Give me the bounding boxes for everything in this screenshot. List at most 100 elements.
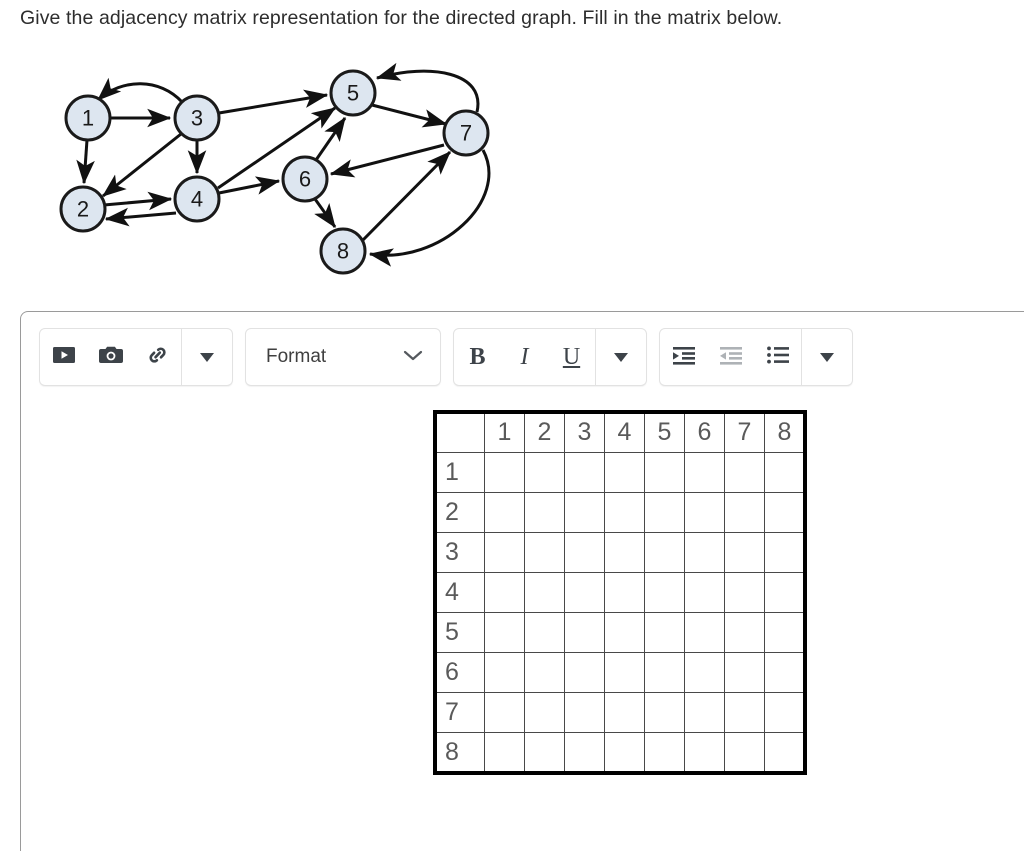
matrix-cell-1-8[interactable] (764, 452, 805, 493)
matrix-corner-cell[interactable] (435, 412, 485, 453)
matrix-cell-8-2[interactable] (524, 732, 565, 773)
matrix-cell-7-8[interactable] (764, 692, 805, 733)
matrix-cell-4-6[interactable] (684, 572, 725, 613)
matrix-cell-2-3[interactable] (564, 492, 605, 533)
matrix-cell-4-8[interactable] (764, 572, 805, 613)
col-header-7[interactable]: 7 (724, 412, 765, 453)
matrix-cell-6-3[interactable] (564, 652, 605, 693)
matrix-cell-7-6[interactable] (684, 692, 725, 733)
matrix-cell-5-1[interactable] (484, 612, 525, 653)
matrix-cell-3-3[interactable] (564, 532, 605, 573)
row-header-7[interactable]: 7 (435, 692, 485, 733)
more-insert-caret[interactable] (182, 329, 232, 385)
matrix-cell-7-3[interactable] (564, 692, 605, 733)
matrix-cell-6-6[interactable] (684, 652, 725, 693)
col-header-3[interactable]: 3 (564, 412, 605, 453)
matrix-cell-2-5[interactable] (644, 492, 685, 533)
row-header-4[interactable]: 4 (435, 572, 485, 613)
matrix-cell-5-2[interactable] (524, 612, 565, 653)
matrix-cell-6-2[interactable] (524, 652, 565, 693)
matrix-cell-4-4[interactable] (604, 572, 645, 613)
outdent-button[interactable] (707, 329, 754, 385)
matrix-cell-2-1[interactable] (484, 492, 525, 533)
matrix-cell-7-7[interactable] (724, 692, 765, 733)
matrix-cell-8-3[interactable] (564, 732, 605, 773)
col-header-6[interactable]: 6 (684, 412, 725, 453)
matrix-cell-1-4[interactable] (604, 452, 645, 493)
matrix-cell-8-8[interactable] (764, 732, 805, 773)
matrix-cell-5-6[interactable] (684, 612, 725, 653)
italic-button[interactable]: I (501, 329, 548, 385)
matrix-cell-5-3[interactable] (564, 612, 605, 653)
table-header-row: 1 2 3 4 5 6 7 8 (435, 412, 805, 453)
matrix-cell-3-5[interactable] (644, 532, 685, 573)
row-header-8[interactable]: 8 (435, 732, 485, 773)
matrix-cell-8-4[interactable] (604, 732, 645, 773)
matrix-cell-8-7[interactable] (724, 732, 765, 773)
matrix-cell-4-2[interactable] (524, 572, 565, 613)
matrix-cell-1-6[interactable] (684, 452, 725, 493)
more-text-style-caret[interactable] (596, 329, 646, 385)
matrix-cell-6-7[interactable] (724, 652, 765, 693)
col-header-5[interactable]: 5 (644, 412, 685, 453)
matrix-cell-3-1[interactable] (484, 532, 525, 573)
matrix-cell-4-5[interactable] (644, 572, 685, 613)
matrix-cell-4-1[interactable] (484, 572, 525, 613)
link-button[interactable] (134, 329, 181, 385)
matrix-cell-5-5[interactable] (644, 612, 685, 653)
more-paragraph-caret[interactable] (802, 329, 852, 385)
indent-button[interactable] (660, 329, 707, 385)
col-header-4[interactable]: 4 (604, 412, 645, 453)
matrix-cell-5-4[interactable] (604, 612, 645, 653)
row-header-6[interactable]: 6 (435, 652, 485, 693)
matrix-cell-3-7[interactable] (724, 532, 765, 573)
matrix-cell-2-8[interactable] (764, 492, 805, 533)
text-style-group: B I U (453, 328, 647, 386)
matrix-cell-2-2[interactable] (524, 492, 565, 533)
bold-button[interactable]: B (454, 329, 501, 385)
matrix-cell-3-6[interactable] (684, 532, 725, 573)
underline-button[interactable]: U (548, 329, 595, 385)
matrix-cell-1-2[interactable] (524, 452, 565, 493)
matrix-cell-6-1[interactable] (484, 652, 525, 693)
matrix-cell-7-4[interactable] (604, 692, 645, 733)
matrix-cell-6-4[interactable] (604, 652, 645, 693)
matrix-cell-2-4[interactable] (604, 492, 645, 533)
bullet-list-button[interactable] (754, 329, 801, 385)
matrix-cell-1-7[interactable] (724, 452, 765, 493)
col-header-2[interactable]: 2 (524, 412, 565, 453)
matrix-cell-8-6[interactable] (684, 732, 725, 773)
graph-node-label-5: 5 (347, 81, 359, 106)
matrix-cell-7-1[interactable] (484, 692, 525, 733)
row-header-3[interactable]: 3 (435, 532, 485, 573)
matrix-cell-5-7[interactable] (724, 612, 765, 653)
col-header-1[interactable]: 1 (484, 412, 525, 453)
image-button[interactable] (87, 329, 134, 385)
format-select[interactable]: Format (245, 328, 441, 386)
matrix-cell-3-2[interactable] (524, 532, 565, 573)
matrix-cell-2-6[interactable] (684, 492, 725, 533)
matrix-cell-1-3[interactable] (564, 452, 605, 493)
row-header-2[interactable]: 2 (435, 492, 485, 533)
col-header-8[interactable]: 8 (764, 412, 805, 453)
matrix-cell-7-5[interactable] (644, 692, 685, 733)
matrix-cell-6-8[interactable] (764, 652, 805, 693)
video-button[interactable] (40, 329, 87, 385)
row-header-5[interactable]: 5 (435, 612, 485, 653)
table-row: 1 (435, 452, 805, 493)
matrix-cell-6-5[interactable] (644, 652, 685, 693)
adjacency-matrix-table[interactable]: 1 2 3 4 5 6 7 8 1 2 3 4 5 6 7 8 (433, 410, 807, 775)
row-header-1[interactable]: 1 (435, 452, 485, 493)
matrix-cell-8-5[interactable] (644, 732, 685, 773)
matrix-cell-3-8[interactable] (764, 532, 805, 573)
matrix-cell-5-8[interactable] (764, 612, 805, 653)
matrix-cell-7-2[interactable] (524, 692, 565, 733)
matrix-cell-2-7[interactable] (724, 492, 765, 533)
matrix-cell-4-3[interactable] (564, 572, 605, 613)
table-row: 7 (435, 692, 805, 733)
matrix-cell-3-4[interactable] (604, 532, 645, 573)
matrix-cell-8-1[interactable] (484, 732, 525, 773)
matrix-cell-4-7[interactable] (724, 572, 765, 613)
matrix-cell-1-1[interactable] (484, 452, 525, 493)
matrix-cell-1-5[interactable] (644, 452, 685, 493)
